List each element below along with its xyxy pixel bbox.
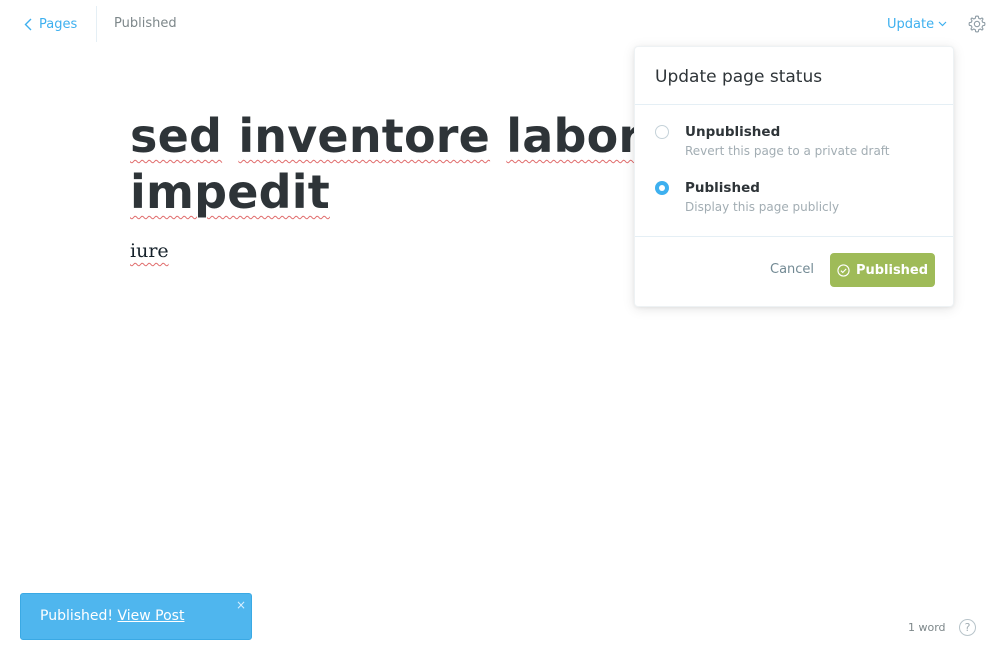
view-post-link[interactable]: View Post [117, 608, 184, 624]
editor-header: Pages Published Update [0, 0, 1000, 48]
back-to-pages-link[interactable]: Pages [24, 14, 77, 34]
unpublished-option[interactable]: Unpublished Revert this page to a privat… [655, 123, 935, 163]
cancel-button[interactable]: Cancel [770, 262, 814, 277]
option-label: Published [685, 180, 760, 196]
chevron-down-icon [938, 21, 947, 27]
close-icon[interactable]: × [236, 598, 246, 612]
back-link-label: Pages [39, 16, 78, 32]
toast-text: Published! [40, 608, 114, 624]
help-icon[interactable]: ? [959, 619, 976, 636]
option-description: Display this page publicly [685, 200, 840, 214]
publish-status-popover: Update page status Unpublished Revert th… [634, 46, 954, 307]
header-divider [96, 6, 97, 42]
title-word: inventore [238, 109, 491, 163]
popover-title: Update page status [655, 67, 823, 87]
word-count: 1 word [908, 621, 946, 634]
toast-message: Published! View Post [40, 608, 184, 624]
post-status-label: Published [114, 16, 177, 31]
gear-icon[interactable] [967, 14, 987, 34]
title-word: impedit [130, 165, 330, 219]
popover-divider [635, 236, 953, 237]
option-label: Unpublished [685, 124, 781, 140]
published-button[interactable]: Published [830, 253, 935, 287]
post-body-text[interactable]: iure [130, 240, 169, 262]
option-description: Revert this page to a private draft [685, 144, 890, 158]
published-toast: Published! View Post × [20, 593, 252, 640]
unpublished-radio[interactable] [655, 125, 669, 139]
title-word: sed [130, 109, 223, 163]
update-button-label: Update [887, 16, 935, 32]
chevron-left-icon [24, 18, 32, 30]
published-option[interactable]: Published Display this page publicly [655, 179, 935, 219]
published-radio[interactable] [655, 181, 669, 195]
popover-divider [635, 104, 953, 105]
published-button-label: Published [855, 262, 929, 278]
check-circle-icon [837, 263, 850, 277]
update-dropdown-button[interactable]: Update [887, 15, 947, 33]
